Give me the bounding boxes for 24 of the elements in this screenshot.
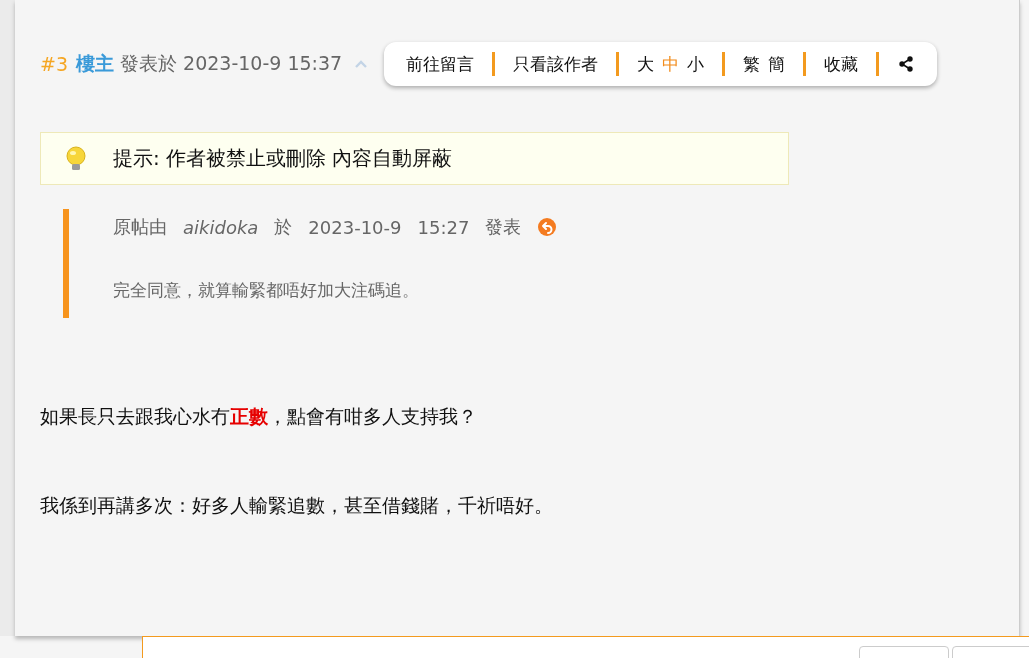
- quote-suffix: 發表: [485, 215, 522, 239]
- goto-comment-link[interactable]: 前往留言: [406, 52, 475, 76]
- jump-back-icon[interactable]: [537, 217, 558, 237]
- quote-date: 2023-10-9: [308, 216, 402, 238]
- quote-text: 完全同意，就算輸緊都唔好加大注碼追。: [113, 279, 420, 302]
- script-option[interactable]: 繁: [743, 52, 761, 76]
- script-option[interactable]: 簡: [768, 52, 786, 76]
- author-role: 樓主: [76, 51, 114, 76]
- post-paragraph: 我係到再講多次：好多人輸緊追數，甚至借錢賭，千祈唔好。: [40, 493, 554, 518]
- post-time: 發表於 2023-10-9 15:37: [120, 51, 343, 76]
- share-icon[interactable]: [897, 55, 916, 73]
- caret-up-icon[interactable]: [354, 59, 369, 69]
- quote-at: 於: [274, 215, 293, 239]
- post-paragraph: 如果長只去跟我心水冇正數，點會有咁多人支持我？: [40, 404, 478, 429]
- floor-number: #3: [40, 53, 68, 75]
- favorite-link[interactable]: 收藏: [824, 52, 859, 76]
- lightbulb-icon: [65, 145, 87, 172]
- font-size-option[interactable]: 大: [637, 52, 655, 76]
- quote-author: aikidoka: [183, 216, 259, 238]
- quote-time: 15:27: [417, 216, 470, 238]
- only-author-link[interactable]: 只看該作者: [513, 52, 599, 76]
- quote-prefix: 原帖由: [113, 215, 167, 239]
- notice-text: 提示: 作者被禁止或刪除 內容自動屏蔽: [113, 145, 453, 172]
- font-size-option[interactable]: 小: [687, 52, 705, 76]
